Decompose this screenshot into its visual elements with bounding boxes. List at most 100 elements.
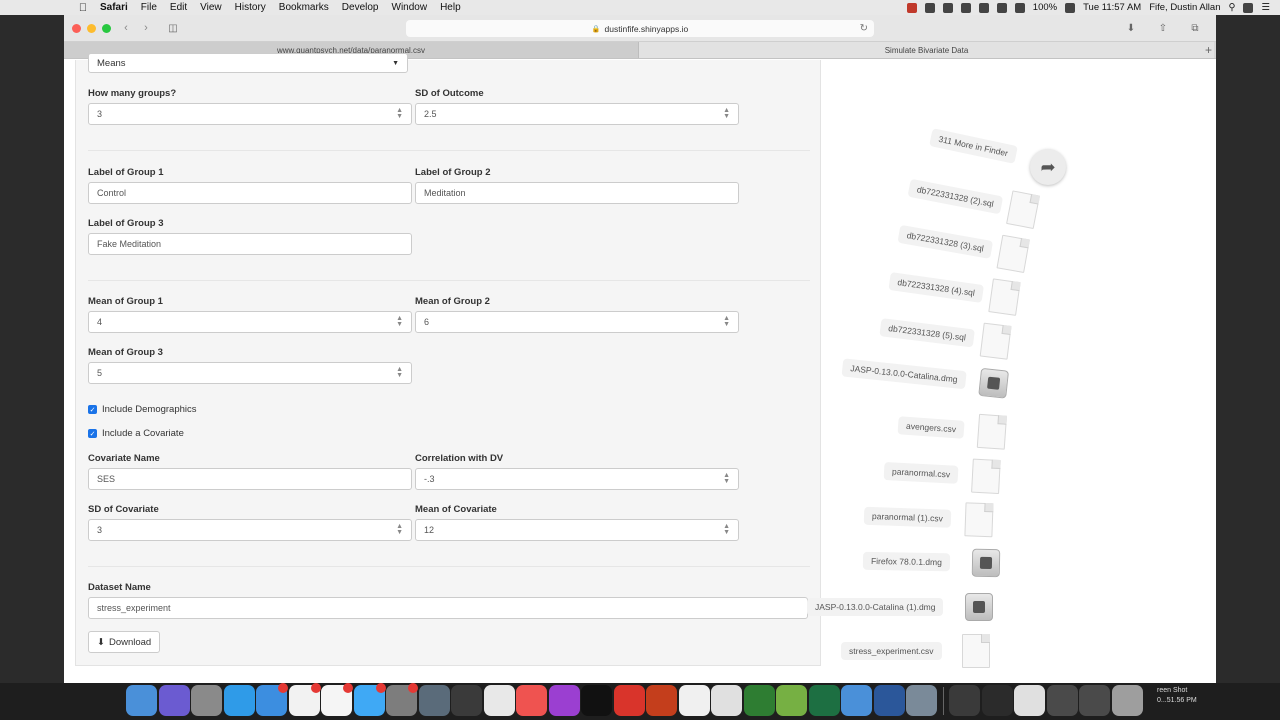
- screenshot-thumbnail-label[interactable]: reen Shot 0...51.56 PM: [1157, 686, 1197, 706]
- stepper-icon[interactable]: ▲ ▼: [723, 107, 730, 120]
- help-icon[interactable]: [981, 685, 1013, 716]
- sidebar-toggle-icon[interactable]: ◫: [164, 21, 182, 35]
- safari-icon[interactable]: [223, 685, 255, 716]
- menu-view[interactable]: View: [200, 2, 222, 13]
- menubar-clock[interactable]: Tue 11:57 AM: [1083, 2, 1141, 13]
- menu-develop[interactable]: Develop: [342, 2, 379, 13]
- finder-icon[interactable]: [126, 685, 157, 716]
- zoom-window-button[interactable]: [102, 24, 111, 33]
- menu-history[interactable]: History: [235, 2, 266, 13]
- creative-cloud-app-icon[interactable]: [613, 685, 645, 716]
- menu-app-safari[interactable]: Safari: [100, 2, 128, 13]
- help-icon[interactable]: [451, 685, 482, 716]
- creative-cloud-icon[interactable]: [924, 2, 935, 13]
- dataset-name-input[interactable]: stress_experiment: [88, 597, 808, 619]
- sd-outcome-input[interactable]: 2.5 ▲ ▼: [415, 103, 739, 125]
- excel-icon[interactable]: [808, 685, 840, 716]
- menu-file[interactable]: File: [141, 2, 157, 13]
- demographics-checkbox-row[interactable]: ✓ Include Demographics: [88, 404, 197, 415]
- calendar-icon[interactable]: [288, 683, 321, 716]
- stack-file[interactable]: JASP-0.13.0.0-Catalina (1).dmg: [807, 593, 994, 621]
- menu-bookmarks[interactable]: Bookmarks: [279, 2, 329, 13]
- tab-overview-icon[interactable]: ⧉: [1188, 21, 1202, 35]
- mail-icon[interactable]: [256, 683, 288, 716]
- mean2-input[interactable]: 6 ▲ ▼: [415, 311, 739, 333]
- spotlight-icon[interactable]: ⚲: [1229, 2, 1236, 13]
- group2-name-input[interactable]: Meditation: [415, 182, 739, 204]
- volume-icon[interactable]: [996, 2, 1007, 13]
- document-stack-icon[interactable]: [1014, 685, 1045, 716]
- launchpad-icon[interactable]: [191, 685, 222, 716]
- stack-file[interactable]: stress_experiment.csv: [841, 634, 990, 668]
- menu-window[interactable]: Window: [392, 2, 428, 13]
- window-stack-icon[interactable]: [1079, 685, 1110, 716]
- battery-percent[interactable]: 100%: [1033, 2, 1057, 13]
- apple-icon[interactable]: : [76, 1, 90, 15]
- menubar-user[interactable]: Fife, Dustin Allan: [1149, 2, 1220, 13]
- stack-file[interactable]: paranormal.csv: [883, 454, 1001, 495]
- chrome-icon[interactable]: [483, 685, 515, 716]
- blocked-app-icon[interactable]: [516, 685, 547, 716]
- stepper-icon[interactable]: ▲ ▼: [396, 315, 403, 328]
- group3-name-input[interactable]: Fake Meditation: [88, 233, 412, 255]
- open-in-finder-icon[interactable]: ➦: [1030, 149, 1066, 185]
- dropbox-icon[interactable]: [942, 2, 953, 13]
- minimize-window-button[interactable]: [87, 24, 96, 33]
- stepper-icon[interactable]: ▲ ▼: [723, 472, 730, 485]
- siri-app-icon[interactable]: [158, 685, 190, 716]
- reminders-icon[interactable]: [321, 683, 353, 716]
- word-icon[interactable]: [873, 685, 905, 716]
- display-icon[interactable]: [960, 2, 971, 13]
- cube-app-icon[interactable]: [841, 685, 872, 716]
- back-icon[interactable]: ‹: [118, 21, 134, 35]
- apple-tv-icon[interactable]: [581, 685, 612, 716]
- podcasts-icon[interactable]: [548, 685, 580, 716]
- mean-covariate-input[interactable]: 12 ▲ ▼: [415, 519, 739, 541]
- mean1-input[interactable]: 4 ▲ ▼: [88, 311, 412, 333]
- forward-icon[interactable]: ›: [138, 21, 154, 35]
- stack-file[interactable]: paranormal (1).csv: [863, 499, 994, 538]
- download-button[interactable]: ⬇ Download: [88, 631, 161, 653]
- messages-icon[interactable]: [353, 683, 386, 716]
- covariate-name-input[interactable]: SES: [88, 468, 412, 490]
- stepper-icon[interactable]: ▲ ▼: [396, 523, 403, 536]
- stepper-icon[interactable]: ▲ ▼: [396, 366, 403, 379]
- bluetooth-icon[interactable]: [978, 2, 989, 13]
- demographics-checkbox[interactable]: ✓: [88, 405, 97, 414]
- powerpoint-icon[interactable]: [646, 685, 677, 716]
- mean3-input[interactable]: 5 ▲ ▼: [88, 362, 412, 384]
- close-window-button[interactable]: [72, 24, 81, 33]
- keychain-icon[interactable]: [418, 685, 450, 716]
- groups-input[interactable]: 3 ▲ ▼: [88, 103, 412, 125]
- address-bar[interactable]: 🔒 dustinfife.shinyapps.io ↻: [406, 20, 874, 37]
- preview-icon[interactable]: [906, 685, 937, 716]
- stepper-icon[interactable]: ▲ ▼: [723, 315, 730, 328]
- menu-help[interactable]: Help: [440, 2, 461, 13]
- design-type-select[interactable]: Means ▼: [88, 53, 408, 73]
- battery-icon[interactable]: [1065, 2, 1076, 13]
- screen-share-icon[interactable]: [1046, 685, 1078, 716]
- sd-covariate-input[interactable]: 3 ▲ ▼: [88, 519, 412, 541]
- covariate-checkbox-row[interactable]: ✓ Include a Covariate: [88, 428, 184, 439]
- downloads-icon[interactable]: ⬇: [1124, 21, 1138, 35]
- covariate-checkbox[interactable]: ✓: [88, 429, 97, 438]
- correlation-input[interactable]: -.3 ▲ ▼: [415, 468, 739, 490]
- stack-app-icon[interactable]: [949, 685, 980, 716]
- notification-center-icon[interactable]: ☰: [1261, 2, 1270, 13]
- system-preferences-icon[interactable]: [386, 683, 418, 716]
- share-icon[interactable]: ⇧: [1156, 21, 1170, 35]
- record-icon[interactable]: [906, 2, 917, 13]
- stepper-icon[interactable]: ▲ ▼: [723, 523, 730, 536]
- siri-icon[interactable]: [1243, 2, 1254, 13]
- new-tab-icon[interactable]: +: [1205, 42, 1212, 59]
- script-editor-icon[interactable]: [711, 685, 742, 716]
- reload-icon[interactable]: ↻: [860, 23, 868, 34]
- stepper-icon[interactable]: ▲ ▼: [396, 107, 403, 120]
- elephant-app-icon[interactable]: [678, 685, 710, 716]
- terminal-app-icon[interactable]: [743, 685, 775, 716]
- trash-icon[interactable]: [1111, 685, 1143, 716]
- group1-name-input[interactable]: Control: [88, 182, 412, 204]
- menu-edit[interactable]: Edit: [170, 2, 187, 13]
- wifi-icon[interactable]: [1014, 2, 1025, 13]
- tab-simulate-bivariate[interactable]: Simulate Bivariate Data: [639, 42, 1214, 58]
